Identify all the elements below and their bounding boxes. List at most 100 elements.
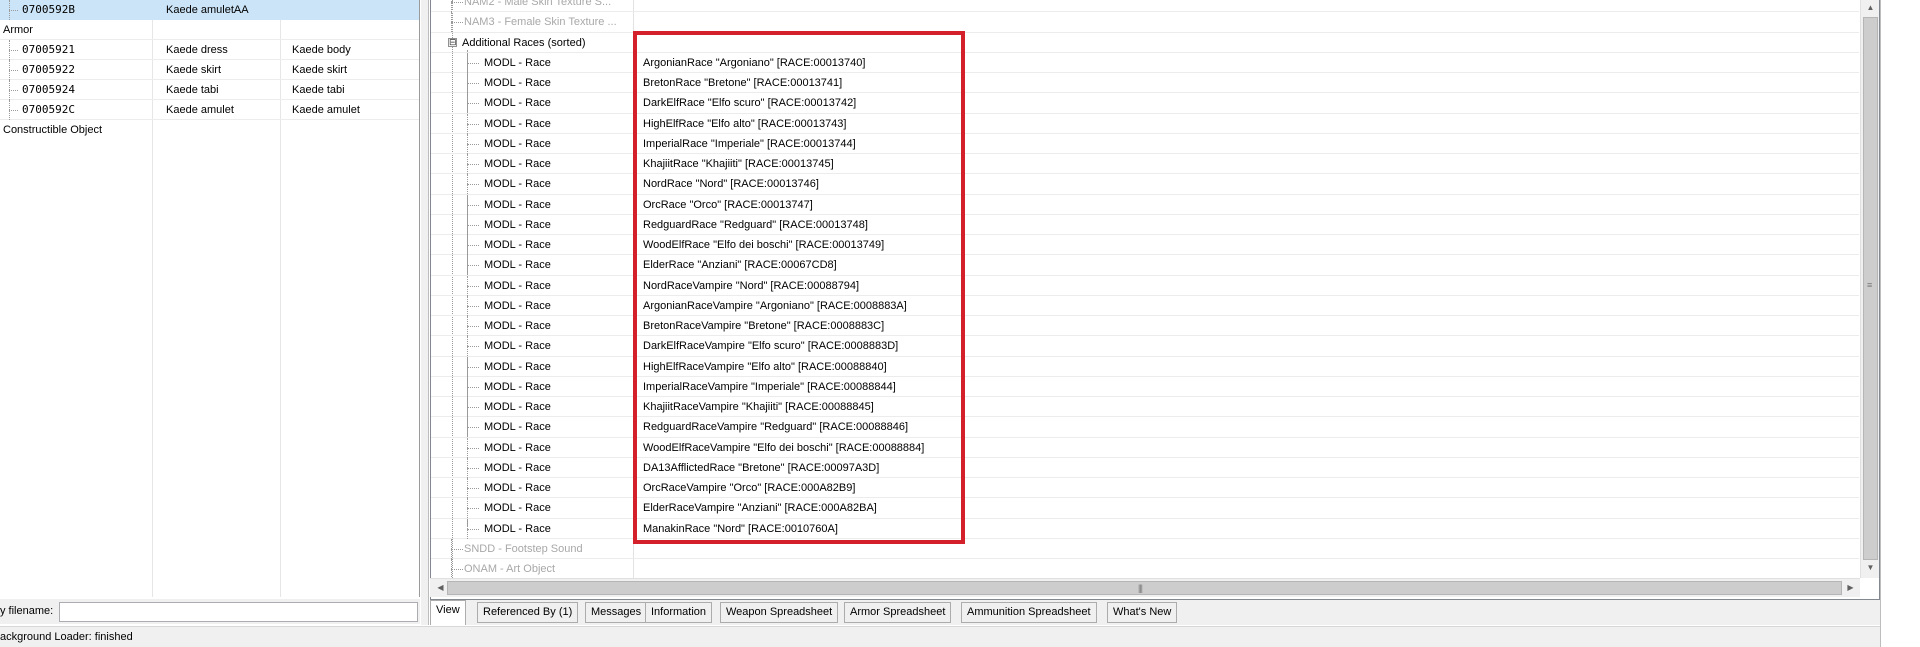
field-value-cell: BretonRace "Bretone" [RACE:00013741] [643, 77, 843, 89]
tab-referenced-by[interactable]: Referenced By (1) [477, 602, 579, 623]
form-id-cell: 0700592B [22, 3, 75, 16]
tree-line-icon [451, 559, 465, 579]
scroll-right-icon[interactable]: ▶ [1842, 583, 1859, 592]
field-name-cell: MODL - Race [484, 77, 551, 89]
horizontal-scrollbar[interactable]: ◀ ||| ▶ [430, 578, 1860, 597]
collapse-icon[interactable]: ⊟ [448, 37, 457, 47]
record-field-row[interactable]: ONAM - Art Object [431, 559, 1859, 580]
field-name-cell: MODL - Race [484, 279, 551, 292]
record-view-pane[interactable]: NAM2 - Male Skin Texture S... NAM3 - Fema… [430, 0, 1880, 600]
vertical-scrollbar[interactable]: ▲ ≡ ▼ [1860, 0, 1879, 578]
tree-line-icon [467, 376, 481, 397]
tree-category-armor[interactable]: Armor [0, 20, 419, 40]
field-value-cell: OrcRace "Orco" [RACE:00013747] [643, 198, 813, 211]
record-field-row[interactable]: MODL - Race ArgonianRaceVampire "Argonian… [431, 295, 1859, 316]
field-name-cell: MODL - Race [484, 380, 551, 393]
record-field-row[interactable]: MODL - Race HighElfRace "Elfo alto" [RACE… [431, 113, 1859, 134]
record-field-row[interactable]: MODL - Race DarkElfRace "Elfo scuro" [RAC… [431, 93, 1859, 114]
record-field-row[interactable]: MODL - Race ImperialRaceVampire "Imperial… [431, 376, 1859, 397]
filename-filter-input[interactable] [59, 602, 418, 622]
tab-whats-new[interactable]: What's New [1107, 602, 1178, 623]
field-value-cell: DarkElfRace "Elfo scuro" [RACE:00013742] [643, 97, 857, 110]
scroll-down-icon[interactable]: ▼ [1862, 563, 1879, 572]
field-name-cell: NAM3 - Female Skin Texture ... [464, 16, 617, 29]
tab-view[interactable]: View [430, 600, 466, 625]
tree-line-icon [467, 478, 481, 498]
tab-weapon-spreadsheet[interactable]: Weapon Spreadsheet [720, 602, 839, 623]
horizontal-scroll-thumb[interactable]: ||| [447, 581, 1842, 595]
record-field-row[interactable]: MODL - Race OrcRace "Orco" [RACE:00013747… [431, 194, 1859, 215]
record-field-row[interactable]: MODL - Race WoodElfRaceVampire "Elfo dei … [431, 437, 1859, 458]
record-tree-pane[interactable]: 0700592B Kaede amuletAA Armor 07005921 K… [0, 0, 420, 597]
field-value-cell: ElderRace "Anziani" [RACE:00067CD8] [643, 259, 837, 272]
record-field-row[interactable]: NAM2 - Male Skin Texture S... [431, 0, 1859, 13]
record-field-row[interactable]: MODL - Race NordRace "Nord" [RACE:0001374… [431, 174, 1859, 195]
record-field-row[interactable]: MODL - Race WoodElfRace "Elfo dei boschi"… [431, 235, 1859, 256]
record-field-row[interactable]: NAM3 - Female Skin Texture ... [431, 12, 1859, 33]
field-value-cell: BretonRaceVampire "Bretone" [RACE:000888… [643, 320, 885, 332]
tree-line-icon [467, 255, 481, 276]
vertical-scroll-thumb[interactable]: ≡ [1863, 17, 1878, 560]
field-value-cell: NordRaceVampire "Nord" [RACE:00088794] [643, 279, 860, 292]
tab-messages[interactable]: Messages [585, 602, 648, 623]
bottom-tab-bar: View Referenced By (1) Messages Informat… [430, 600, 1880, 625]
record-field-row[interactable]: MODL - Race ImperialRace "Imperiale" [RAC… [431, 133, 1859, 154]
tree-line-icon [467, 52, 481, 73]
tab-armor-spreadsheet[interactable]: Armor Spreadsheet [844, 602, 952, 623]
tree-row[interactable]: 07005924 Kaede tabi Kaede tabi [0, 80, 419, 100]
field-value-cell: DA13AfflictedRace "Bretone" [RACE:00097A… [643, 461, 880, 474]
field-name-cell: MODL - Race [484, 178, 551, 191]
record-group-row[interactable]: ⊟ Additional Races (sorted) [431, 33, 1859, 53]
field-value-cell: KhajiitRace "Khajiiti" [RACE:00013745] [643, 158, 834, 170]
field-value-cell: NordRace "Nord" [RACE:00013746] [643, 178, 819, 191]
tree-row[interactable]: 07005921 Kaede dress Kaede body [0, 40, 419, 60]
category-label: Armor [3, 24, 33, 36]
tree-line-icon [451, 0, 465, 12]
tab-information[interactable]: Information [645, 602, 713, 623]
tree-line-icon [467, 113, 481, 134]
scroll-up-icon[interactable]: ▲ [1862, 3, 1879, 12]
record-field-row[interactable]: MODL - Race RedguardRace "Redguard" [RACE… [431, 214, 1859, 235]
record-field-row[interactable]: MODL - Race ManakinRace "Nord" [RACE:0010… [431, 518, 1859, 539]
field-value-cell: KhajiitRaceVampire "Khajiiti" [RACE:0008… [643, 401, 874, 413]
grip-icon: ≡ [1867, 280, 1873, 290]
record-field-row[interactable]: MODL - Race KhajiitRaceVampire "Khajiiti"… [431, 397, 1859, 418]
tree-line-icon [467, 518, 481, 539]
field-value-cell: WoodElfRace "Elfo dei boschi" [RACE:0001… [643, 239, 885, 251]
record-field-row[interactable]: MODL - Race HighElfRaceVampire "Elfo alto… [431, 356, 1859, 377]
tree-row-selected[interactable]: 0700592B Kaede amuletAA [0, 0, 419, 20]
field-name-cell: ONAM - Art Object [464, 563, 556, 575]
field-name-cell: MODL - Race [484, 299, 551, 312]
editor-id-cell: Kaede amuletAA [166, 4, 249, 16]
field-name-cell: MODL - Race [484, 340, 551, 353]
record-field-row[interactable]: MODL - Race DarkElfRaceVampire "Elfo scur… [431, 336, 1859, 357]
field-value-cell: ArgonianRace "Argoniano" [RACE:00013740] [643, 56, 866, 69]
record-field-row[interactable]: MODL - Race ElderRace "Anziani" [RACE:000… [431, 255, 1859, 276]
tree-line-icon [467, 73, 481, 93]
record-field-row[interactable]: MODL - Race BretonRaceVampire "Bretone" [… [431, 316, 1859, 337]
tab-ammunition-spreadsheet[interactable]: Ammunition Spreadsheet [961, 602, 1097, 623]
editor-id-cell: Kaede dress [166, 44, 228, 56]
field-name-cell: MODL - Race [484, 259, 551, 272]
record-field-row[interactable]: MODL - Race OrcRaceVampire "Orco" [RACE:0… [431, 478, 1859, 499]
record-field-row[interactable]: MODL - Race KhajiitRace "Khajiiti" [RACE:… [431, 154, 1859, 175]
tree-category-constructible-object[interactable]: Constructible Object [0, 120, 419, 140]
record-field-row[interactable]: SNDD - Footstep Sound [431, 538, 1859, 559]
record-field-row[interactable]: MODL - Race BretonRace "Bretone" [RACE:00… [431, 73, 1859, 94]
record-field-row[interactable]: MODL - Race RedguardRaceVampire "Redguard… [431, 417, 1859, 438]
record-field-row[interactable]: MODL - Race ElderRaceVampire "Anziani" [R… [431, 498, 1859, 519]
field-name-cell: MODL - Race [484, 522, 551, 535]
record-field-row[interactable]: MODL - Race ArgonianRace "Argoniano" [RAC… [431, 52, 1859, 73]
pane-splitter[interactable] [421, 0, 429, 625]
tree-line-icon [6, 100, 20, 120]
record-field-row[interactable]: MODL - Race NordRaceVampire "Nord" [RACE:… [431, 275, 1859, 296]
field-name-cell: SNDD - Footstep Sound [464, 542, 583, 555]
field-name-cell: MODL - Race [484, 360, 551, 373]
tree-line-icon [467, 336, 481, 357]
tree-row[interactable]: 0700592C Kaede amulet Kaede amulet [0, 100, 419, 120]
tree-row[interactable]: 07005922 Kaede skirt Kaede skirt [0, 60, 419, 80]
record-field-row[interactable]: MODL - Race DA13AfflictedRace "Bretone" [… [431, 457, 1859, 478]
tree-line-icon [6, 40, 20, 60]
field-name-cell: NAM2 - Male Skin Texture S... [464, 0, 612, 8]
field-name-cell: MODL - Race [484, 218, 551, 231]
